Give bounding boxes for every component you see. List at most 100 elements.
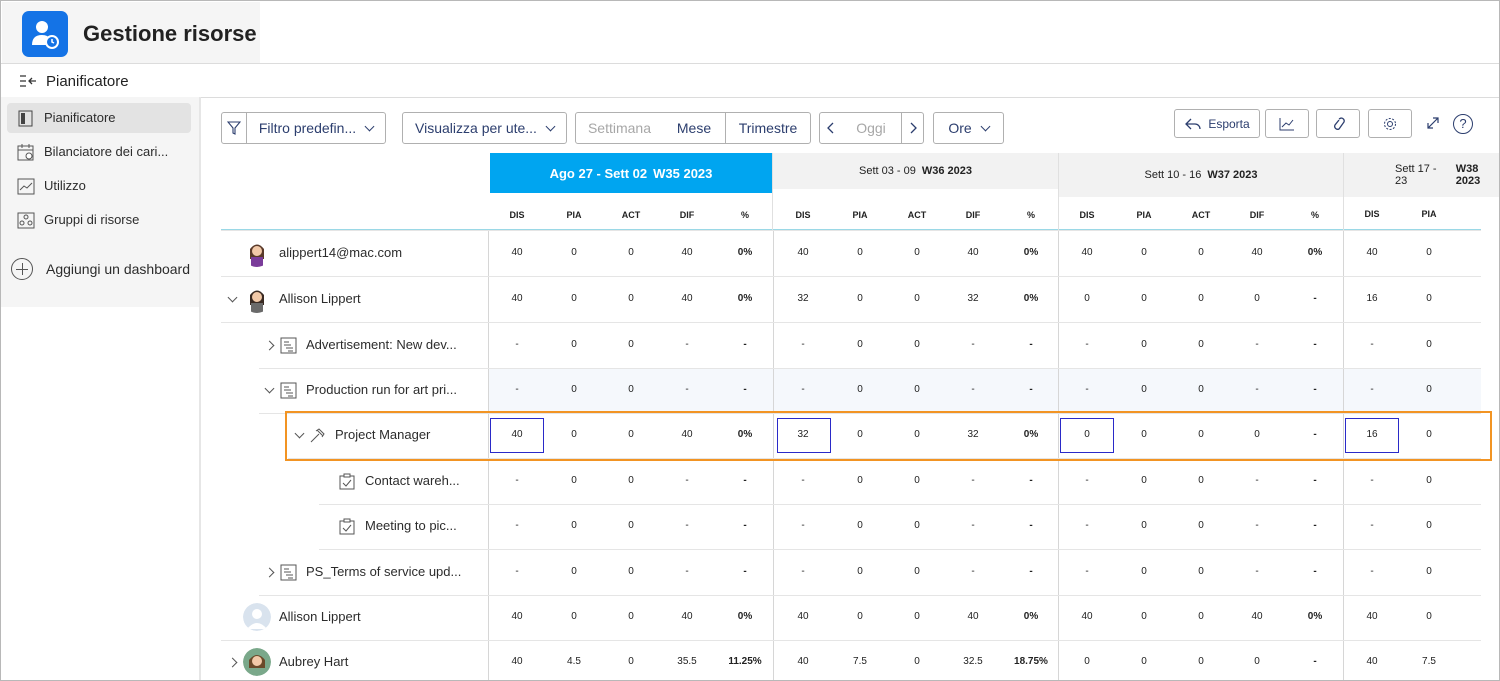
expand-icon[interactable]: [1425, 115, 1441, 131]
grid-cell: 40: [1366, 247, 1378, 258]
grid-cell: 0: [857, 293, 863, 304]
filter-dropdown[interactable]: Filtro predefin...: [246, 112, 386, 144]
grid-cell: 0: [914, 520, 920, 531]
quarter-view-button[interactable]: Trimestre: [725, 112, 811, 144]
row-label: alippert14@mac.com: [279, 245, 403, 260]
today-button[interactable]: Oggi: [841, 112, 902, 144]
grid-cell: -: [1085, 339, 1089, 350]
page-title: Pianificatore: [46, 73, 129, 90]
grid-cell: -: [1085, 566, 1089, 577]
week-header-current: Ago 27 - Sett 02 W35 2023: [490, 153, 772, 193]
week-code: W38 2023: [1455, 163, 1481, 187]
grid-cell: 0: [1426, 520, 1432, 531]
grid-cell: 0: [1426, 384, 1432, 395]
grid-cell: 40: [1251, 611, 1263, 622]
link-button[interactable]: [1316, 109, 1360, 138]
row-divider: [221, 276, 1481, 277]
row-divider: [221, 322, 1481, 323]
grid-cell: -: [515, 475, 519, 486]
settings-button[interactable]: [1368, 109, 1412, 138]
grid-cell: 0: [857, 384, 863, 395]
week-view-button[interactable]: Settimana: [575, 112, 664, 144]
chevron-left-icon: [826, 122, 833, 134]
row-divider: [259, 595, 1481, 596]
resource-groups-icon: [17, 212, 35, 229]
row-label: Allison Lippert: [279, 609, 361, 624]
grid-cell: 0: [571, 247, 577, 258]
chevron-right-icon[interactable]: [227, 657, 238, 668]
row-label[interactable]: Allison Lippert: [279, 291, 361, 306]
grid-cell: -: [1255, 566, 1259, 577]
grid-cell: 0: [857, 339, 863, 350]
grid-cell: 0: [1254, 656, 1260, 667]
chevron-down-icon[interactable]: [264, 383, 275, 394]
grid-cell: -: [1255, 475, 1259, 486]
collapse-sidebar-icon[interactable]: [18, 73, 40, 91]
sidebar-item-utilization[interactable]: Utilizzo: [7, 171, 191, 201]
grid-cell: 4.5: [567, 656, 581, 667]
grid-cell: 0: [571, 611, 577, 622]
row-label[interactable]: Advertisement: New dev...: [306, 337, 457, 352]
calendar-icon: [17, 144, 35, 161]
previous-period-button[interactable]: [819, 112, 842, 144]
chevron-right-icon[interactable]: [264, 567, 275, 578]
grid-cell: -: [971, 339, 975, 350]
chevron-down-icon[interactable]: [227, 292, 238, 303]
sidebar-item-resource-groups[interactable]: Gruppi di risorse: [7, 205, 191, 235]
grid-cell: 0: [628, 520, 634, 531]
sidebar-item-planner[interactable]: Pianificatore: [7, 103, 191, 133]
month-view-button[interactable]: Mese: [663, 112, 726, 144]
selected-row-highlight: [285, 411, 1492, 461]
export-button[interactable]: Esporta: [1174, 109, 1260, 138]
unit-dropdown[interactable]: Ore: [933, 112, 1004, 144]
grid-cell: -: [515, 520, 519, 531]
resource-management-logo-icon: [22, 11, 68, 57]
help-icon[interactable]: ?: [1453, 114, 1473, 134]
view-by-dropdown[interactable]: Visualizza per ute...: [402, 112, 567, 144]
grid-cell: 0: [857, 247, 863, 258]
chart-button[interactable]: [1265, 109, 1309, 138]
grid-cell: 0%: [1307, 247, 1323, 258]
next-period-button[interactable]: [901, 112, 924, 144]
sidebar-item-workload-balancer[interactable]: Bilanciatore dei cari...: [7, 137, 191, 167]
column-header: PIA: [852, 210, 868, 220]
filter-label: Filtro predefin...: [258, 120, 357, 136]
row-label[interactable]: PS_Terms of service upd...: [306, 564, 461, 579]
project-icon: [280, 564, 297, 581]
project-icon: [280, 337, 297, 354]
grid-cell: -: [1370, 566, 1374, 577]
row-label[interactable]: Production run for art pri...: [306, 382, 457, 397]
grid-cell: 0: [1198, 656, 1204, 667]
grid-cell: 16: [1366, 293, 1378, 304]
grid-cell: 0: [1141, 339, 1147, 350]
chevron-right-icon[interactable]: [264, 340, 275, 351]
filter-icon[interactable]: [221, 112, 247, 144]
add-dashboard-icon[interactable]: [11, 258, 33, 280]
unit-label: Ore: [948, 120, 972, 136]
grid-cell: -: [1029, 339, 1033, 350]
grid-cell: 11.25%: [728, 656, 762, 667]
week-range: Ago 27 - Sett 02: [549, 165, 648, 181]
grid-cell: -: [1029, 475, 1033, 486]
grid-cell: 0: [914, 566, 920, 577]
add-dashboard-button[interactable]: Aggiungi un dashboard: [46, 261, 190, 277]
grid-cell: 0%: [1023, 293, 1039, 304]
link-icon: [1334, 116, 1345, 130]
view-by-label: Visualizza per ute...: [415, 120, 537, 136]
row-label[interactable]: Aubrey Hart: [279, 654, 348, 669]
grid-cell: -: [743, 520, 747, 531]
grid-cell: 0: [571, 339, 577, 350]
grid-cell: 0: [571, 293, 577, 304]
grid-cell: -: [1029, 384, 1033, 395]
grid-cell: 0%: [1307, 611, 1323, 622]
task-icon: [339, 518, 356, 535]
grid-cell: -: [685, 520, 689, 531]
grid-cell: 0: [1141, 293, 1147, 304]
grid-cell: -: [1313, 339, 1317, 350]
grid-cell: 0: [628, 339, 634, 350]
grid-cell: 0: [1426, 611, 1432, 622]
column-header: DIF: [965, 210, 981, 220]
grid-cell: 0: [1141, 247, 1147, 258]
column-header: PIA: [566, 210, 582, 220]
column-header: PIA: [1421, 209, 1437, 219]
